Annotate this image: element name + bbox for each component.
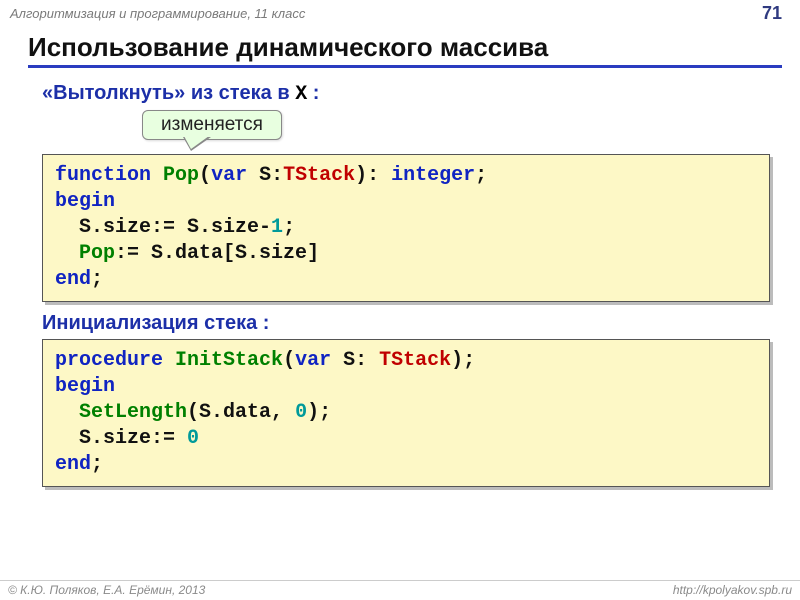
page-number: 71 [762, 3, 782, 24]
section1-label: «Вытолкнуть» из стека в X : [42, 82, 770, 106]
callout-bubble: изменяется [142, 110, 282, 140]
callout-text: изменяется [161, 114, 263, 135]
callout-tail-icon [183, 137, 211, 151]
slide-title: Использование динамического массива [28, 32, 782, 68]
slide-header: Алгоритмизация и программирование, 11 кл… [0, 0, 800, 26]
copyright: © К.Ю. Поляков, Е.А. Ерёмин, 2013 [8, 583, 205, 599]
slide-footer: © К.Ю. Поляков, Е.А. Ерёмин, 2013 http:/… [0, 580, 800, 599]
code-block-pop: function Pop(var S:TStack): integer; beg… [42, 154, 770, 302]
course-name: Алгоритмизация и программирование, 11 кл… [10, 6, 305, 21]
code-block-initstack: procedure InitStack(var S: TStack); begi… [42, 339, 770, 487]
footer-url: http://kpolyakov.spb.ru [673, 583, 792, 599]
section2-label: Инициализация стека : [42, 312, 770, 335]
